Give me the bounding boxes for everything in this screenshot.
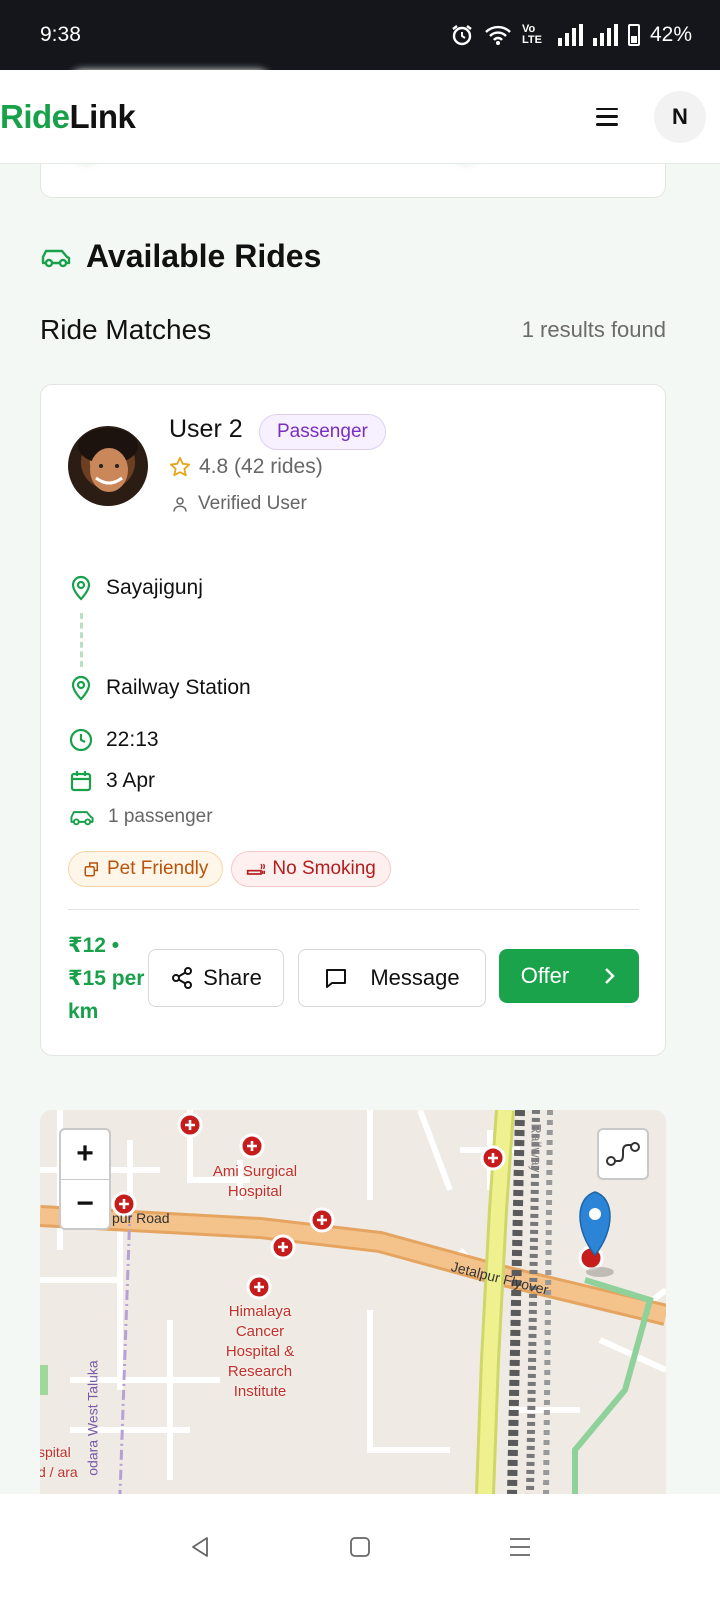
section-title: Available Rides — [86, 238, 322, 274]
logo-part-ride: Ride — [0, 97, 70, 135]
offer-button[interactable]: Offer — [499, 949, 639, 1003]
passenger-count: 1 passenger — [69, 806, 213, 828]
pet-friendly-tag: Pet Friendly — [68, 851, 224, 887]
status-bar: 9:38 Vo LTE 42% — [0, 0, 720, 70]
time-text: 22:13 — [106, 728, 159, 751]
passenger-text: 1 passenger — [108, 806, 213, 827]
share-label: Share — [203, 965, 262, 990]
car-icon — [41, 249, 71, 267]
zoom-in-button[interactable]: + — [61, 1130, 109, 1179]
profile-avatar-button[interactable]: N — [654, 90, 706, 143]
route-map[interactable]: + − Ami Surgical Hospital Himalaya Cance… — [40, 1110, 666, 1494]
battery-icon — [627, 24, 640, 46]
user-avatar — [68, 426, 148, 506]
route-connector-line — [80, 613, 83, 667]
route-toggle-button[interactable] — [597, 1128, 649, 1180]
location-pin-icon — [71, 575, 91, 601]
dropoff-text: Railway Station — [106, 676, 251, 699]
logo-part-link: Link — [69, 97, 136, 135]
user-icon — [173, 497, 187, 512]
pickup-text: Sayajigunj — [106, 576, 203, 599]
map-label-taluka: odara West Taluka — [84, 1360, 101, 1476]
message-icon — [326, 969, 347, 988]
map-label-edge: spital d / ara — [40, 1444, 78, 1480]
dropoff-location: Railway Station — [69, 675, 251, 701]
ride-preferences: Pet Friendly No Smoking — [68, 851, 391, 887]
verified-text: Verified User — [198, 493, 307, 514]
message-label: Message — [370, 965, 460, 990]
no-smoking-tag: No Smoking — [231, 851, 391, 887]
pet-icon — [84, 862, 98, 877]
ride-price: ₹12 • ₹15 per km — [68, 934, 145, 1023]
battery-percent: 42% — [649, 23, 692, 46]
ride-time: 22:13 — [69, 728, 159, 752]
signal-icon — [592, 24, 618, 46]
system-navigation-bar — [0, 1494, 720, 1600]
map-label-hospital: Ami Surgical Hospital — [212, 1163, 298, 1200]
app-logo[interactable]: RideLink — [0, 97, 136, 136]
share-icon — [172, 967, 193, 989]
zoom-controls: + − — [59, 1128, 111, 1230]
pickup-location: Sayajigunj — [69, 575, 203, 601]
available-rides-heading: Available Rides — [40, 238, 321, 275]
car-icon — [70, 811, 94, 826]
pet-friendly-label: Pet Friendly — [107, 858, 209, 879]
share-button[interactable]: Share — [148, 949, 284, 1007]
card-divider — [68, 909, 639, 910]
map-label-railway: Railway — [528, 1123, 545, 1173]
location-pin-icon — [71, 675, 91, 701]
no-smoking-label: No Smoking — [272, 858, 376, 879]
map-label-hospital: Himalaya Cancer Hospital & Research Inst… — [225, 1303, 295, 1400]
rating-text: 4.8 (42 rides) — [199, 455, 323, 478]
network-type-label: Vo LTE — [521, 23, 542, 46]
role-badge: Passenger — [259, 414, 386, 450]
status-icons: Vo LTE 42% — [450, 23, 692, 47]
ride-date: 3 Apr — [69, 769, 155, 793]
zoom-out-button[interactable]: − — [61, 1178, 109, 1229]
clock-icon — [69, 728, 93, 752]
verified-status: Verified User — [171, 493, 307, 515]
alarm-icon — [452, 25, 472, 46]
calendar-icon — [70, 771, 92, 792]
ride-match-card[interactable]: User 2 Passenger 4.8 (42 rides) Verified… — [40, 384, 666, 1056]
status-time: 9:38 — [40, 23, 81, 46]
star-icon — [169, 456, 191, 477]
back-icon[interactable] — [188, 1535, 212, 1559]
message-button[interactable]: Message — [298, 949, 486, 1007]
date-text: 3 Apr — [106, 769, 156, 792]
signal-icon — [557, 24, 583, 46]
app-header: RideLink N — [0, 70, 720, 164]
offer-label: Offer — [520, 963, 570, 988]
route-icon — [606, 1142, 640, 1166]
wifi-icon — [485, 25, 511, 45]
recents-icon[interactable] — [508, 1536, 532, 1558]
user-name: User 2 — [169, 415, 243, 443]
map-tiles — [40, 1110, 666, 1494]
ride-matches-header: Ride Matches 1 results found — [40, 314, 666, 346]
results-count: 1 results found — [521, 317, 666, 342]
ride-matches-title: Ride Matches — [40, 314, 212, 345]
hamburger-icon[interactable] — [596, 107, 618, 126]
no-smoking-icon — [247, 863, 266, 875]
user-rating: 4.8 (42 rides) — [169, 455, 323, 479]
map-label-road: pur Road — [112, 1210, 170, 1226]
home-icon[interactable] — [349, 1536, 371, 1558]
chevron-right-icon — [605, 968, 615, 984]
